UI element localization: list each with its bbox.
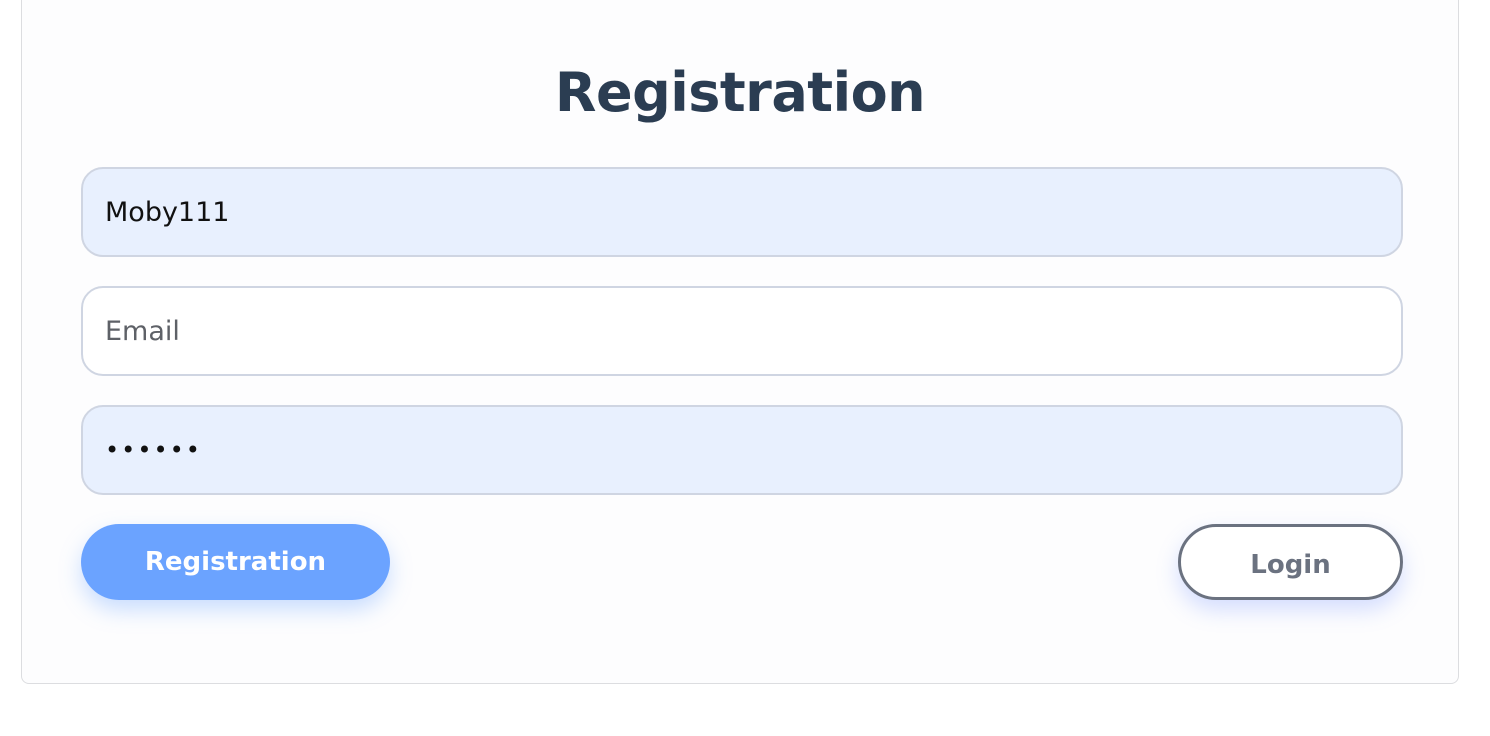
registration-button[interactable]: Registration [81,524,390,600]
login-button[interactable]: Login [1178,524,1403,600]
password-input[interactable] [81,405,1403,495]
email-input[interactable] [81,286,1403,376]
registration-card: Registration Registration Login [21,0,1459,684]
username-input[interactable] [81,167,1403,257]
page-title: Registration [554,61,926,124]
